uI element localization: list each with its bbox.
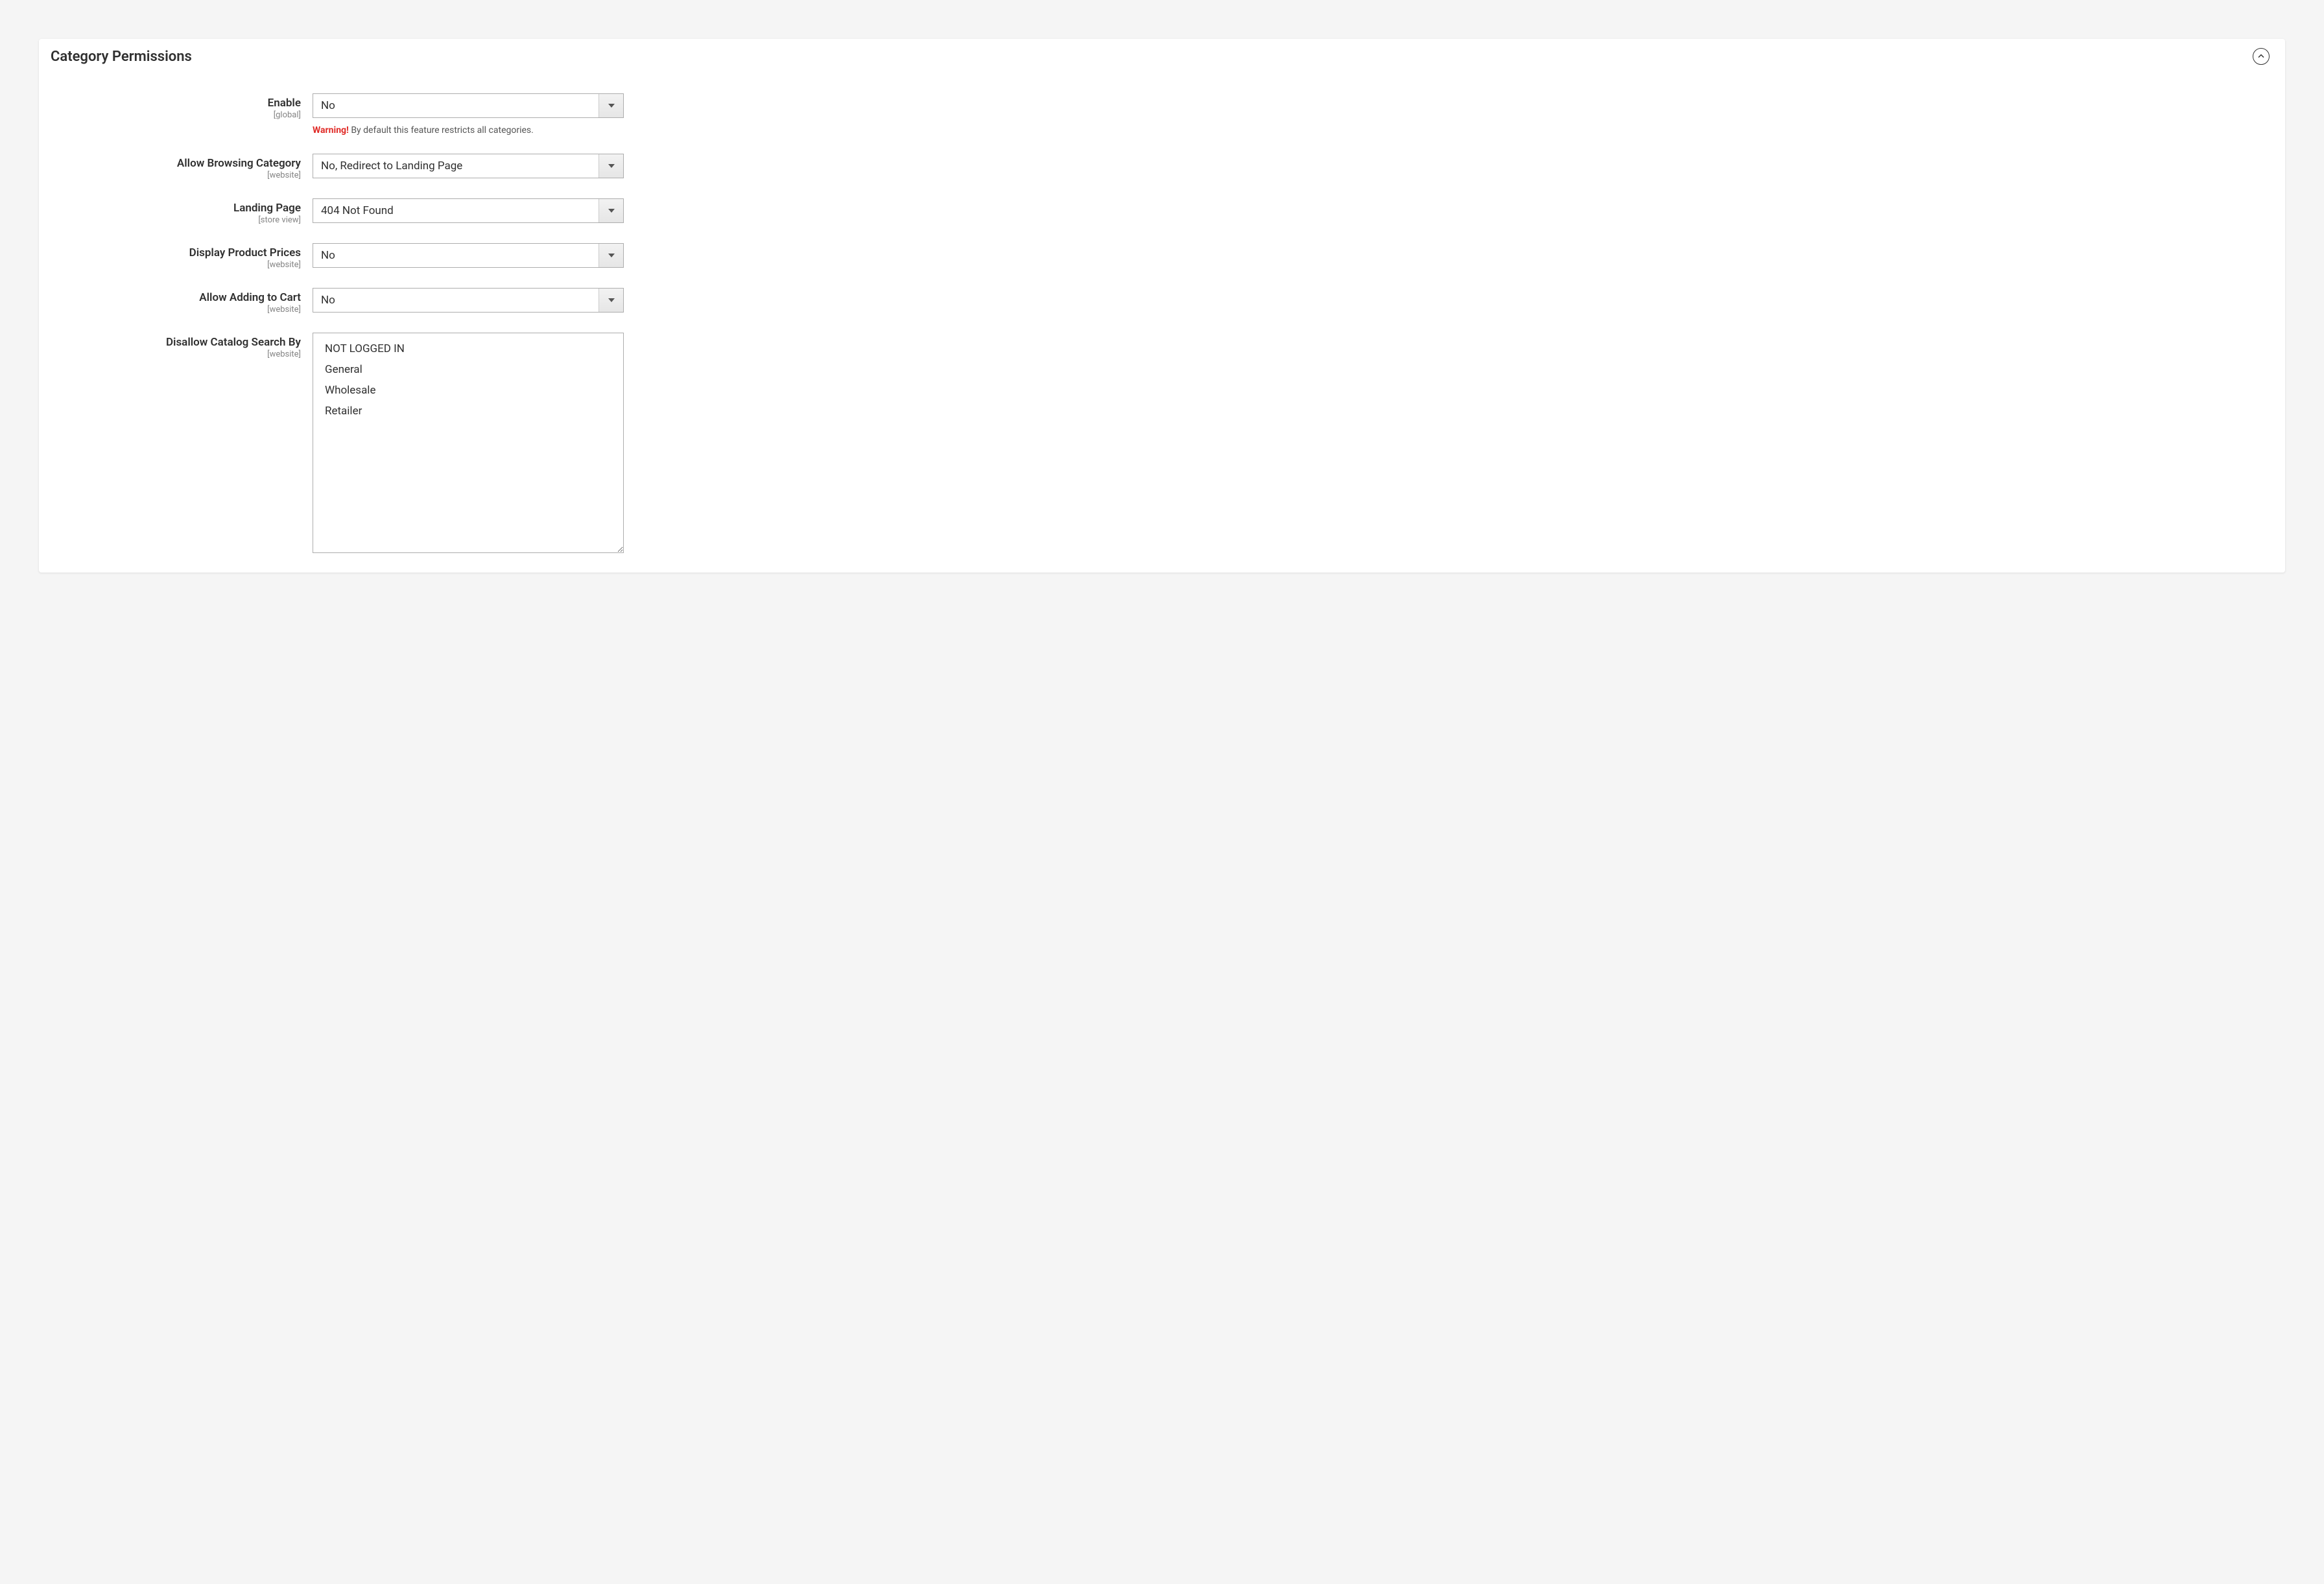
dropdown-arrow-icon [599, 199, 623, 222]
enable-help-row: Warning! By default this feature restric… [54, 125, 2270, 136]
allow-browsing-select[interactable]: No, Redirect to Landing Page [313, 154, 624, 178]
enable-help-text: Warning! By default this feature restric… [313, 125, 534, 136]
display-prices-scope: [website] [54, 260, 301, 270]
field-col: No [313, 243, 624, 268]
display-prices-label: Display Product Prices [54, 246, 301, 259]
dropdown-arrow-icon [599, 289, 623, 312]
panel-title: Category Permissions [51, 49, 192, 65]
dropdown-arrow-icon [599, 244, 623, 267]
label-col: Landing Page [store view] [54, 198, 313, 225]
multiselect-option[interactable]: General [313, 359, 623, 380]
multiselect-option[interactable]: Retailer [313, 401, 623, 421]
collapse-button[interactable] [2253, 48, 2270, 65]
field-row-allow-browsing: Allow Browsing Category [website] No, Re… [54, 154, 2270, 180]
field-row-disallow-search: Disallow Catalog Search By [website] NOT… [54, 333, 2270, 553]
multiselect-option[interactable]: NOT LOGGED IN [313, 338, 623, 359]
allow-cart-select-value: No [313, 289, 599, 312]
landing-page-label: Landing Page [54, 202, 301, 215]
multiselect-option[interactable]: Wholesale [313, 380, 623, 401]
field-row-landing-page: Landing Page [store view] 404 Not Found [54, 198, 2270, 225]
field-row-allow-cart: Allow Adding to Cart [website] No [54, 288, 2270, 314]
field-col: No [313, 93, 624, 118]
allow-browsing-label: Allow Browsing Category [54, 157, 301, 170]
enable-select-value: No [313, 94, 599, 117]
display-prices-select[interactable]: No [313, 243, 624, 268]
warning-text: By default this feature restricts all ca… [349, 125, 534, 136]
field-col: No, Redirect to Landing Page [313, 154, 624, 178]
panel-body: Enable [global] No Warning! By default t… [39, 74, 2285, 573]
allow-cart-select[interactable]: No [313, 288, 624, 313]
disallow-search-label: Disallow Catalog Search By [54, 336, 301, 349]
enable-label: Enable [54, 97, 301, 110]
label-col: Allow Adding to Cart [website] [54, 288, 313, 314]
dropdown-arrow-icon [599, 154, 623, 178]
disallow-search-multiselect[interactable]: NOT LOGGED IN General Wholesale Retailer [313, 333, 624, 553]
label-col: Enable [global] [54, 93, 313, 120]
enable-select[interactable]: No [313, 93, 624, 118]
field-col: NOT LOGGED IN General Wholesale Retailer [313, 333, 624, 553]
landing-page-select-value: 404 Not Found [313, 199, 599, 222]
field-col: No [313, 288, 624, 313]
allow-browsing-select-value: No, Redirect to Landing Page [313, 154, 599, 178]
field-row-enable: Enable [global] No [54, 93, 2270, 120]
warning-label: Warning! [313, 125, 349, 136]
allow-cart-scope: [website] [54, 305, 301, 314]
label-col: Disallow Catalog Search By [website] [54, 333, 313, 359]
label-col: Display Product Prices [website] [54, 243, 313, 270]
label-col: Allow Browsing Category [website] [54, 154, 313, 180]
field-col: 404 Not Found [313, 198, 624, 223]
allow-browsing-scope: [website] [54, 171, 301, 180]
category-permissions-panel: Category Permissions Enable [global] No [39, 39, 2285, 573]
display-prices-select-value: No [313, 244, 599, 267]
field-row-display-prices: Display Product Prices [website] No [54, 243, 2270, 270]
dropdown-arrow-icon [599, 94, 623, 117]
disallow-search-scope: [website] [54, 349, 301, 359]
landing-page-scope: [store view] [54, 215, 301, 225]
allow-cart-label: Allow Adding to Cart [54, 291, 301, 304]
landing-page-select[interactable]: 404 Not Found [313, 198, 624, 223]
chevron-up-icon [2257, 53, 2265, 60]
panel-header: Category Permissions [39, 39, 2285, 74]
enable-scope: [global] [54, 110, 301, 120]
